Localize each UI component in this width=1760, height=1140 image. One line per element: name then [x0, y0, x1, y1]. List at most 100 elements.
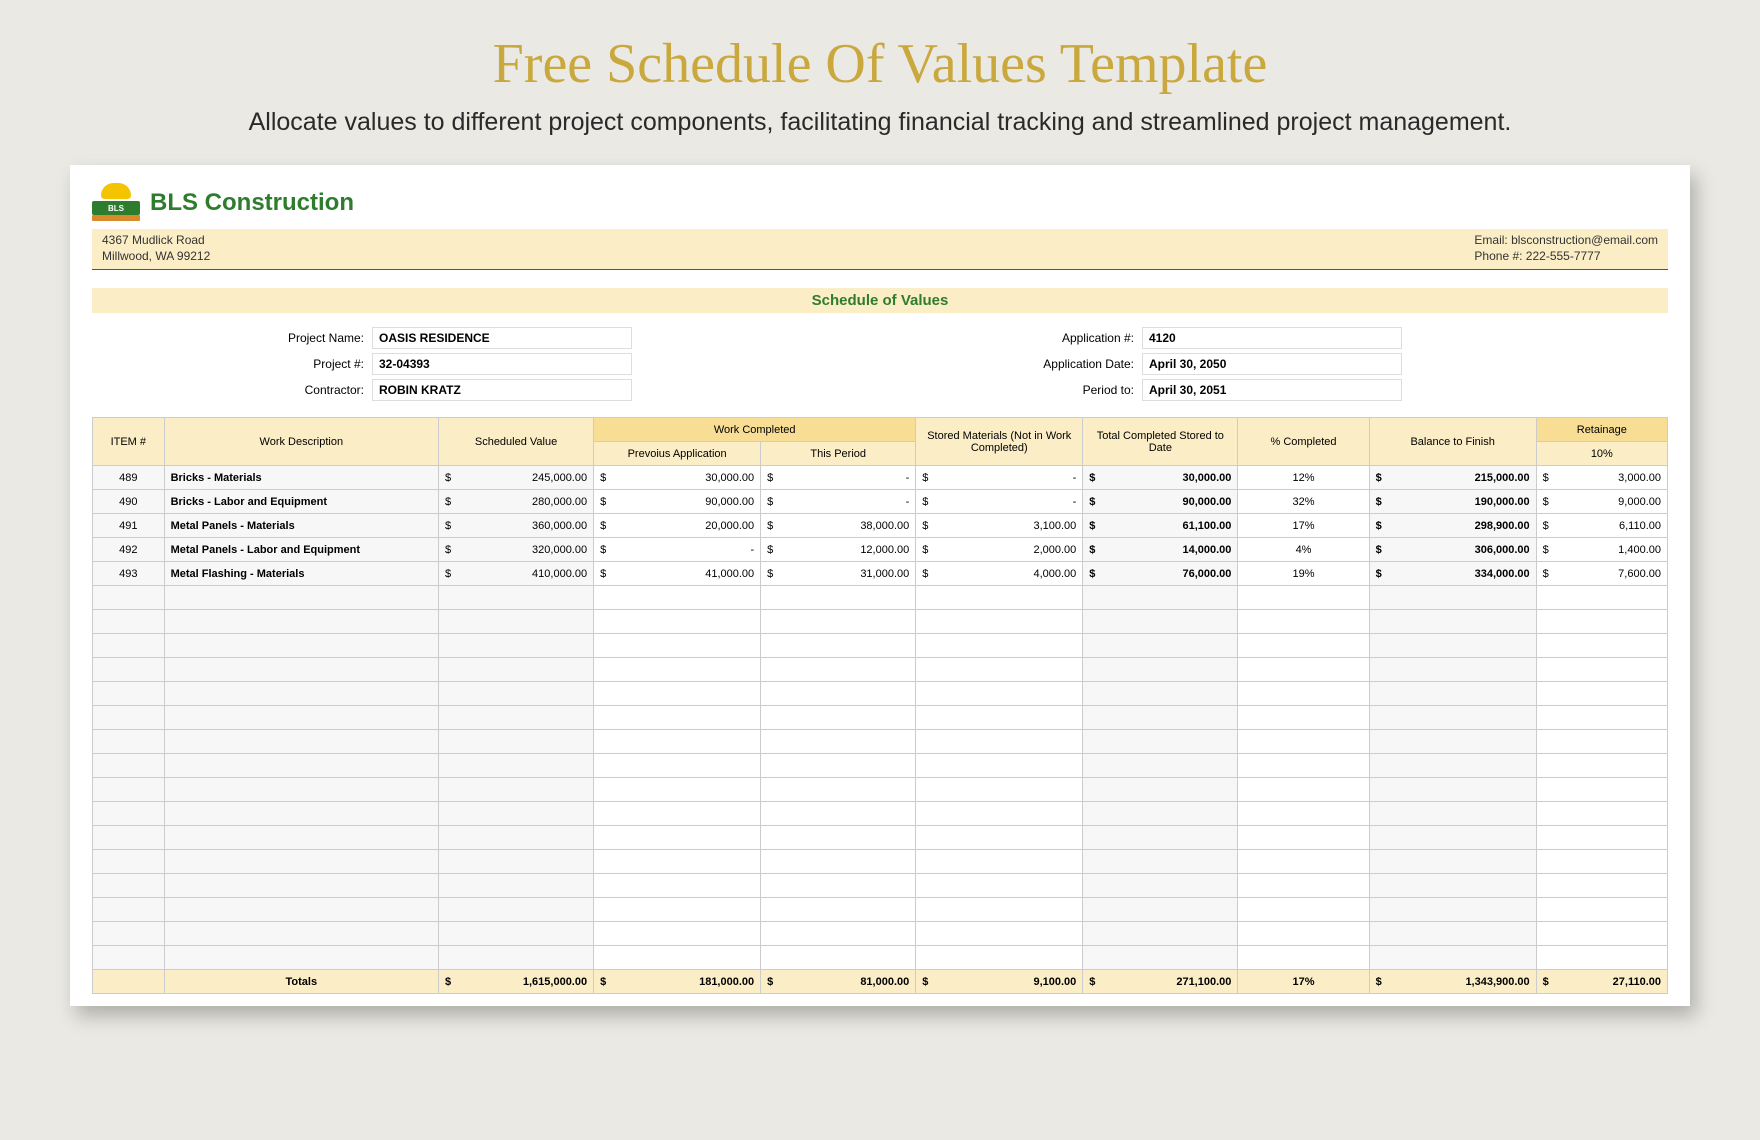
cell-empty[interactable]: [1238, 634, 1369, 658]
cell-empty[interactable]: [439, 610, 594, 634]
cell-empty[interactable]: [594, 634, 761, 658]
cell[interactable]: $6,110.00: [1536, 514, 1667, 538]
cell-empty[interactable]: [93, 946, 165, 970]
cell-empty[interactable]: [164, 730, 438, 754]
cell-empty[interactable]: [1369, 874, 1536, 898]
cell-empty[interactable]: [594, 610, 761, 634]
cell-empty[interactable]: [93, 778, 165, 802]
cell-empty[interactable]: [1369, 922, 1536, 946]
cell[interactable]: $-: [594, 538, 761, 562]
cell-empty[interactable]: [1369, 778, 1536, 802]
cell-empty[interactable]: [1083, 682, 1238, 706]
cell-empty[interactable]: [164, 946, 438, 970]
cell-empty[interactable]: [1238, 586, 1369, 610]
cell-empty[interactable]: [761, 754, 916, 778]
cell-empty[interactable]: [439, 730, 594, 754]
cell-empty[interactable]: [93, 874, 165, 898]
cell-empty[interactable]: [1238, 850, 1369, 874]
cell-empty[interactable]: [761, 826, 916, 850]
cell-empty[interactable]: [1238, 874, 1369, 898]
cell-empty[interactable]: [93, 850, 165, 874]
cell-empty[interactable]: [439, 922, 594, 946]
cell-empty[interactable]: [164, 850, 438, 874]
cell-item[interactable]: 491: [93, 514, 165, 538]
cell-empty[interactable]: [164, 706, 438, 730]
cell-empty[interactable]: [761, 586, 916, 610]
cell-empty[interactable]: [439, 634, 594, 658]
cell-empty[interactable]: [1369, 658, 1536, 682]
cell-empty[interactable]: [93, 586, 165, 610]
cell-empty[interactable]: [1238, 898, 1369, 922]
cell[interactable]: $-: [916, 490, 1083, 514]
cell-empty[interactable]: [1369, 826, 1536, 850]
cell-desc[interactable]: Bricks - Materials: [164, 466, 438, 490]
cell-empty[interactable]: [594, 850, 761, 874]
cell-empty[interactable]: [439, 586, 594, 610]
cell-empty[interactable]: [439, 898, 594, 922]
cell-empty[interactable]: [1238, 658, 1369, 682]
cell-empty[interactable]: [93, 730, 165, 754]
cell-empty[interactable]: [1369, 730, 1536, 754]
cell-empty[interactable]: [164, 922, 438, 946]
app-num-value[interactable]: 4120: [1142, 327, 1402, 349]
cell-empty[interactable]: [93, 682, 165, 706]
cell-empty[interactable]: [594, 922, 761, 946]
cell-empty[interactable]: [594, 826, 761, 850]
cell-empty[interactable]: [1369, 634, 1536, 658]
cell-empty[interactable]: [164, 610, 438, 634]
cell-empty[interactable]: [93, 826, 165, 850]
cell[interactable]: $190,000.00: [1369, 490, 1536, 514]
cell-empty[interactable]: [916, 778, 1083, 802]
cell-empty[interactable]: [1536, 730, 1667, 754]
cell[interactable]: $334,000.00: [1369, 562, 1536, 586]
cell-empty[interactable]: [761, 898, 916, 922]
cell-empty[interactable]: [439, 754, 594, 778]
cell-empty[interactable]: [916, 706, 1083, 730]
cell[interactable]: $306,000.00: [1369, 538, 1536, 562]
cell-empty[interactable]: [594, 874, 761, 898]
cell-empty[interactable]: [1369, 610, 1536, 634]
cell-empty[interactable]: [439, 850, 594, 874]
cell-empty[interactable]: [1083, 850, 1238, 874]
cell-empty[interactable]: [1238, 730, 1369, 754]
cell-empty[interactable]: [916, 658, 1083, 682]
cell-empty[interactable]: [916, 586, 1083, 610]
cell-empty[interactable]: [1536, 586, 1667, 610]
cell-empty[interactable]: [439, 946, 594, 970]
cell-empty[interactable]: [761, 730, 916, 754]
cell-empty[interactable]: [1536, 922, 1667, 946]
cell[interactable]: $76,000.00: [1083, 562, 1238, 586]
cell[interactable]: $1,400.00: [1536, 538, 1667, 562]
cell-empty[interactable]: [439, 874, 594, 898]
cell-empty[interactable]: [93, 634, 165, 658]
cell-empty[interactable]: [1369, 850, 1536, 874]
cell-empty[interactable]: [916, 754, 1083, 778]
cell-empty[interactable]: [916, 850, 1083, 874]
cell-empty[interactable]: [164, 658, 438, 682]
project-num-value[interactable]: 32-04393: [372, 353, 632, 375]
cell[interactable]: $14,000.00: [1083, 538, 1238, 562]
cell-empty[interactable]: [164, 682, 438, 706]
cell[interactable]: $280,000.00: [439, 490, 594, 514]
cell-pct[interactable]: 12%: [1238, 466, 1369, 490]
cell-empty[interactable]: [1536, 754, 1667, 778]
cell-item[interactable]: 492: [93, 538, 165, 562]
cell-empty[interactable]: [594, 802, 761, 826]
cell-empty[interactable]: [164, 634, 438, 658]
cell-empty[interactable]: [1369, 802, 1536, 826]
cell-empty[interactable]: [164, 898, 438, 922]
cell-empty[interactable]: [1536, 874, 1667, 898]
cell[interactable]: $12,000.00: [761, 538, 916, 562]
cell-empty[interactable]: [1536, 802, 1667, 826]
project-name-value[interactable]: OASIS RESIDENCE: [372, 327, 632, 349]
cell-empty[interactable]: [594, 946, 761, 970]
cell-empty[interactable]: [1369, 898, 1536, 922]
cell-empty[interactable]: [1083, 730, 1238, 754]
cell-empty[interactable]: [439, 778, 594, 802]
cell-empty[interactable]: [164, 754, 438, 778]
cell-empty[interactable]: [93, 658, 165, 682]
cell-empty[interactable]: [1536, 706, 1667, 730]
cell-empty[interactable]: [761, 850, 916, 874]
cell-empty[interactable]: [164, 586, 438, 610]
cell-empty[interactable]: [1238, 802, 1369, 826]
